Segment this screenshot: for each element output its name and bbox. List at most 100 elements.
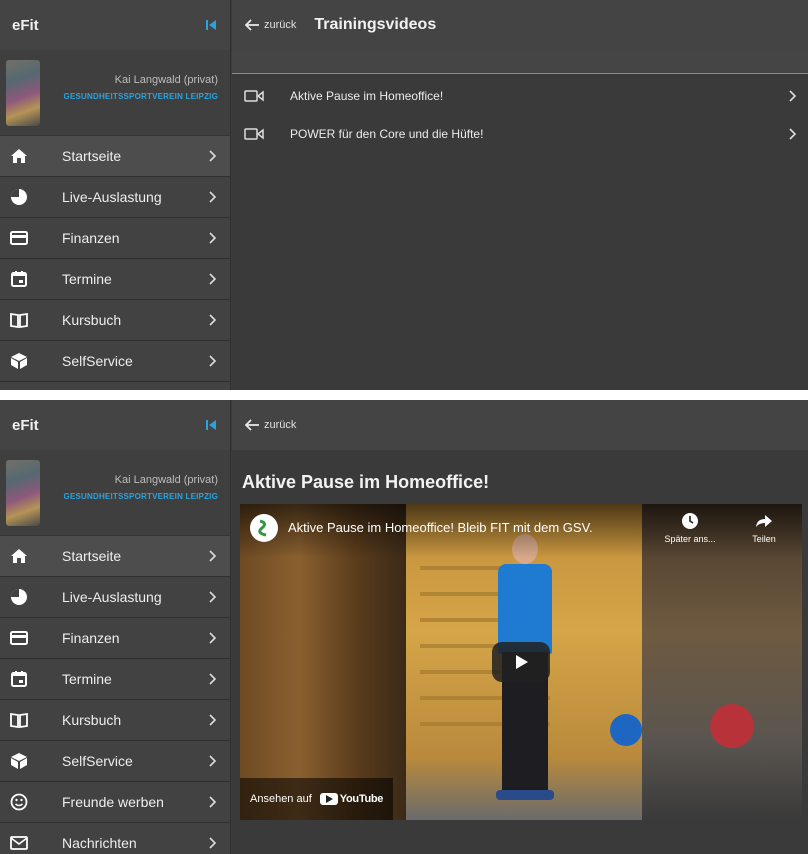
chevron-right-icon — [788, 89, 798, 103]
chevron-right-icon — [208, 631, 218, 645]
chevron-right-icon — [208, 836, 218, 850]
sidebar-item-label: Live-Auslastung — [62, 189, 162, 205]
video-heading: Aktive Pause im Homeoffice! — [242, 472, 490, 492]
video-camera-icon — [244, 127, 264, 141]
sidebar-item-startseite[interactable]: Startseite — [0, 136, 230, 177]
watch-on-label: Ansehen auf — [250, 793, 312, 805]
collapse-sidebar-icon[interactable] — [204, 418, 218, 432]
clock-icon — [681, 512, 699, 530]
back-button[interactable]: zurück — [244, 18, 296, 32]
list-screen: eFit Kai Langwald (privat) GESUNDHEITSSP… — [0, 0, 808, 390]
arrow-left-icon — [244, 418, 260, 432]
sidebar-item-label: Startseite — [62, 548, 122, 564]
sidebar-item-termine[interactable]: Termine — [0, 259, 230, 300]
video-camera-icon — [244, 89, 264, 103]
profile-club: GESUNDHEITSSPORTVEREIN LEIPZIG — [63, 492, 218, 501]
calendar-icon — [8, 268, 30, 290]
page-title: Trainingsvideos — [314, 16, 437, 33]
book-icon — [8, 709, 30, 731]
video-list-label: POWER für den Core und die Hüfte! — [290, 127, 484, 141]
share-button[interactable]: Teilen — [734, 512, 794, 544]
credit-card-icon — [8, 227, 30, 249]
sidebar-item-label: Kursbuch — [62, 312, 122, 328]
chevron-right-icon — [788, 127, 798, 141]
sidebar-item-termine[interactable]: Termine — [0, 659, 230, 700]
sidebar-item-label: Finanzen — [62, 230, 120, 246]
smiley-icon — [8, 791, 30, 813]
sidebar-item-selfservice[interactable]: SelfService — [0, 741, 230, 782]
exercise-ball — [710, 704, 754, 748]
watch-later-button[interactable]: Später ans... — [660, 512, 720, 544]
chevron-right-icon — [208, 149, 218, 163]
sidebar-item-nachrichten[interactable]: Nachrichten — [0, 823, 230, 854]
chevron-right-icon — [208, 795, 218, 809]
sidebar-item-kursbuch[interactable]: Kursbuch — [0, 300, 230, 341]
sidebar-item-label: Kursbuch — [62, 712, 122, 728]
chevron-right-icon — [208, 354, 218, 368]
share-label: Teilen — [752, 534, 776, 544]
sidebar-item-label: Startseite — [62, 148, 122, 164]
sidebar-header: eFit — [0, 400, 230, 450]
video-list-item[interactable]: Aktive Pause im Homeoffice! — [232, 74, 808, 118]
credit-card-icon — [8, 627, 30, 649]
sidebar-item-label: Termine — [62, 671, 112, 687]
back-label: zurück — [264, 419, 297, 431]
sidebar-item-startseite[interactable]: Startseite — [0, 536, 230, 577]
exercise-ball — [610, 714, 642, 746]
sidebar-item-finanzen[interactable]: Finanzen — [0, 218, 230, 259]
sidebar-item-label: Termine — [62, 271, 112, 287]
sidebar: eFit Kai Langwald (privat) GESUNDHEITSSP… — [0, 400, 231, 854]
back-button[interactable]: zurück — [244, 418, 296, 432]
play-button[interactable] — [492, 642, 550, 682]
sidebar-item-kursbuch[interactable]: Kursbuch — [0, 700, 230, 741]
profile-club: GESUNDHEITSSPORTVEREIN LEIPZIG — [63, 92, 218, 101]
sub-toolbar — [232, 50, 808, 74]
mail-icon — [8, 832, 30, 854]
sidebar-item-label: Freunde werben — [62, 794, 164, 810]
pie-chart-icon — [8, 586, 30, 608]
share-arrow-icon — [755, 512, 773, 530]
home-icon — [8, 545, 30, 567]
chevron-right-icon — [208, 549, 218, 563]
sidebar-item-label: SelfService — [62, 353, 133, 369]
chevron-right-icon — [208, 190, 218, 204]
sidebar-item-live-auslastung[interactable]: Live-Auslastung — [0, 577, 230, 618]
youtube-logo-icon: YouTube — [319, 793, 384, 805]
app-title: eFit — [12, 16, 39, 34]
channel-logo-icon[interactable] — [250, 514, 278, 542]
profile-name: Kai Langwald (privat) — [114, 74, 218, 86]
sidebar-header: eFit — [0, 0, 230, 50]
youtube-player[interactable]: Aktive Pause im Homeoffice! Bleib FIT mi… — [240, 504, 802, 820]
watch-on-youtube-button[interactable]: Ansehen auf YouTube — [240, 778, 394, 820]
chevron-right-icon — [208, 713, 218, 727]
profile-card[interactable]: Kai Langwald (privat) GESUNDHEITSSPORTVE… — [0, 450, 230, 536]
sidebar-item-label: Nachrichten — [62, 835, 137, 851]
arrow-left-icon — [244, 18, 260, 32]
sidebar-item-label: SelfService — [62, 753, 133, 769]
header-bar: zurück Trainingsvideos — [232, 0, 808, 50]
sidebar-item-finanzen[interactable]: Finanzen — [0, 618, 230, 659]
book-icon — [8, 309, 30, 331]
play-icon — [516, 655, 528, 669]
collapse-sidebar-icon[interactable] — [204, 18, 218, 32]
chevron-right-icon — [208, 231, 218, 245]
sidebar-item-live-auslastung[interactable]: Live-Auslastung — [0, 177, 230, 218]
chevron-right-icon — [208, 590, 218, 604]
avatar — [6, 460, 40, 526]
box-icon — [8, 350, 30, 372]
header-bar: zurück — [232, 400, 808, 450]
player-video-title[interactable]: Aktive Pause im Homeoffice! Bleib FIT mi… — [288, 520, 593, 535]
watch-later-label: Später ans... — [664, 534, 716, 544]
main-content: zurück Trainingsvideos Aktive Pause im H… — [232, 0, 808, 390]
video-list-item[interactable]: POWER für den Core und die Hüfte! — [232, 118, 808, 150]
sidebar-item-selfservice[interactable]: SelfService — [0, 341, 230, 382]
sidebar-item-label: Finanzen — [62, 630, 120, 646]
sidebar: eFit Kai Langwald (privat) GESUNDHEITSSP… — [0, 0, 231, 390]
chevron-right-icon — [208, 313, 218, 327]
profile-card[interactable]: Kai Langwald (privat) GESUNDHEITSSPORTVE… — [0, 50, 230, 136]
detail-screen: eFit Kai Langwald (privat) GESUNDHEITSSP… — [0, 400, 808, 854]
sidebar-item-label: Live-Auslastung — [62, 589, 162, 605]
sidebar-item-freunde-werben[interactable]: Freunde werben — [0, 782, 230, 823]
chevron-right-icon — [208, 272, 218, 286]
youtube-label: YouTube — [339, 793, 384, 805]
